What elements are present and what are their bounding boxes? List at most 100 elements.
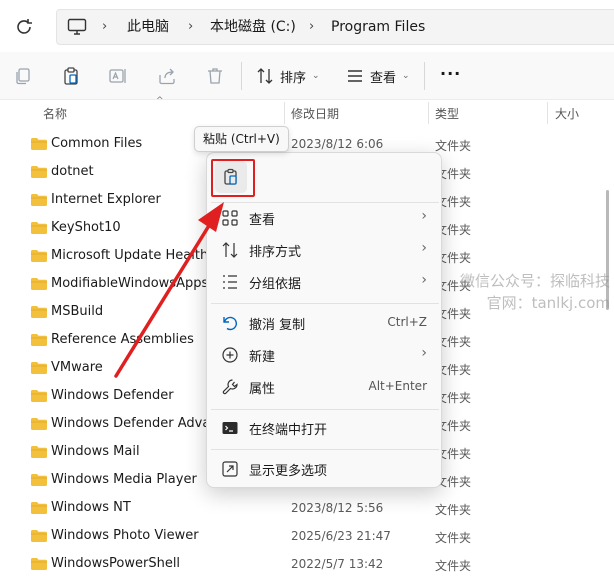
file-date: 2025/6/23 21:47 [291, 529, 391, 543]
share-icon[interactable] [157, 66, 177, 86]
undo-icon [223, 316, 237, 331]
folder-icon [31, 222, 47, 234]
folder-icon [31, 418, 47, 430]
chevron-right-icon: › [421, 272, 427, 288]
file-row[interactable]: Windows Photo Viewer 2025/6/23 21:47 文件夹 [0, 522, 614, 550]
chevron-right-icon[interactable]: › [188, 10, 193, 44]
file-name: ModifiableWindowsApps [51, 276, 209, 291]
file-type: 文件夹 [435, 503, 472, 517]
menu-item-label: 在终端中打开 [249, 423, 328, 438]
menu-item-label: 属性 [249, 382, 276, 397]
group-by-icon [223, 275, 237, 289]
paste-icon[interactable] [61, 66, 81, 86]
sort-ascending-icon: ^ [156, 96, 164, 106]
menu-item-open-in-terminal[interactable]: 在终端中打开 [211, 413, 439, 443]
view-list-icon [348, 70, 362, 82]
refresh-icon[interactable] [12, 15, 36, 39]
address-box[interactable]: › 此电脑 › 本地磁盘 (C:) › Program Files [56, 9, 614, 45]
file-name: Windows Defender [51, 388, 174, 403]
sort-icon [222, 242, 238, 258]
menu-item-sort-by[interactable]: 排序方式 › [211, 235, 439, 265]
menu-item-properties[interactable]: 属性 Alt+Enter [211, 372, 439, 402]
file-name: Microsoft Update Health T [51, 248, 211, 263]
wrench-icon [222, 379, 238, 395]
chevron-right-icon: › [421, 345, 427, 361]
folder-icon [31, 502, 47, 514]
file-name: Windows NT [51, 500, 131, 515]
sort-button[interactable]: 排序 ⌄ [256, 64, 320, 88]
column-header-size[interactable]: 大小 [555, 105, 579, 122]
menu-item-view[interactable]: 查看 › [211, 203, 439, 233]
folder-icon [31, 194, 47, 206]
column-divider[interactable] [547, 102, 548, 124]
sort-icon [257, 68, 273, 84]
menu-item-show-more-options[interactable]: 显示更多选项 [211, 454, 439, 484]
file-name: dotnet [51, 164, 94, 179]
menu-item-label: 分组依据 [249, 277, 302, 292]
breadcrumb-local-disk[interactable]: 本地磁盘 (C:) [210, 10, 296, 44]
menu-item-label: 新建 [249, 350, 276, 365]
menu-divider [211, 409, 439, 410]
file-name: Reference Assemblies [51, 332, 194, 347]
paste-tooltip: 粘贴 (Ctrl+V) [194, 126, 289, 152]
folder-icon [31, 250, 47, 262]
watermark-line: 微信公众号：探临科技 [459, 272, 610, 290]
context-menu: 查看 › 排序方式 › 分组依据 › 撤消 复制 Ctrl+Z 新建 › 属性 … [206, 152, 442, 488]
menu-divider [211, 303, 439, 304]
file-row[interactable]: Windows NT 2023/8/12 5:56 文件夹 [0, 494, 614, 522]
column-headers: ^ 名称 修改日期 类型 大小 [0, 96, 614, 126]
column-header-modified[interactable]: 修改日期 [291, 105, 339, 122]
file-name: Internet Explorer [51, 192, 161, 207]
file-date: 2023/8/12 5:56 [291, 501, 384, 515]
file-name: VMware [51, 360, 103, 375]
menu-item-label: 查看 [249, 213, 276, 228]
file-name: Common Files [51, 136, 143, 151]
menu-item-label: 撤消 复制 [249, 318, 306, 333]
chevron-down-icon: ⌄ [402, 71, 410, 81]
show-more-options-icon [222, 461, 238, 477]
new-plus-icon [222, 347, 238, 363]
view-label: 查看 [370, 70, 397, 86]
file-name: MSBuild [51, 304, 104, 319]
column-header-type[interactable]: 类型 [435, 105, 459, 122]
chevron-right-icon[interactable]: › [309, 10, 314, 44]
folder-icon [31, 334, 47, 346]
watermark-line: 官网：tanlkj.com [486, 294, 610, 312]
column-divider[interactable] [284, 102, 285, 124]
menu-item-new[interactable]: 新建 › [211, 340, 439, 370]
folder-icon [31, 138, 47, 150]
folder-icon [31, 474, 47, 486]
menu-item-undo-copy[interactable]: 撤消 复制 Ctrl+Z [211, 308, 439, 338]
menu-item-group-by[interactable]: 分组依据 › [211, 267, 439, 297]
view-button[interactable]: 查看 ⌄ [346, 64, 410, 88]
shortcut-label: Alt+Enter [368, 379, 427, 393]
file-name: Windows Photo Viewer [51, 528, 199, 543]
file-row[interactable]: WindowsPowerShell 2022/5/7 13:42 文件夹 [0, 550, 614, 578]
grid-view-icon [222, 210, 238, 226]
folder-icon [31, 306, 47, 318]
chevron-right-icon[interactable]: › [102, 10, 107, 44]
folder-icon [31, 278, 47, 290]
command-bar: 排序 ⌄ 查看 ⌄ ··· [0, 52, 614, 100]
file-name: KeyShot10 [51, 220, 121, 235]
shortcut-label: Ctrl+Z [387, 315, 427, 329]
column-divider[interactable] [428, 102, 429, 124]
delete-icon[interactable] [205, 66, 225, 86]
breadcrumb-program-files[interactable]: Program Files [331, 10, 425, 44]
file-type: 文件夹 [435, 139, 472, 153]
address-bar-area: › 此电脑 › 本地磁盘 (C:) › Program Files [0, 0, 614, 52]
column-header-name[interactable]: 名称 [43, 105, 67, 122]
breadcrumb-this-pc[interactable]: 此电脑 [127, 10, 169, 44]
chevron-right-icon: › [421, 240, 427, 256]
toolbar-divider [424, 62, 425, 90]
rename-icon[interactable] [108, 66, 128, 86]
menu-divider [211, 449, 439, 450]
file-name: WindowsPowerShell [51, 556, 181, 571]
menu-item-label: 排序方式 [249, 245, 302, 260]
folder-icon [31, 362, 47, 374]
this-pc-icon [67, 18, 87, 35]
chevron-down-icon: ⌄ [312, 71, 320, 81]
toolbar-divider [241, 62, 242, 90]
more-options-button[interactable]: ··· [440, 64, 461, 83]
copy-icon[interactable] [13, 66, 33, 86]
